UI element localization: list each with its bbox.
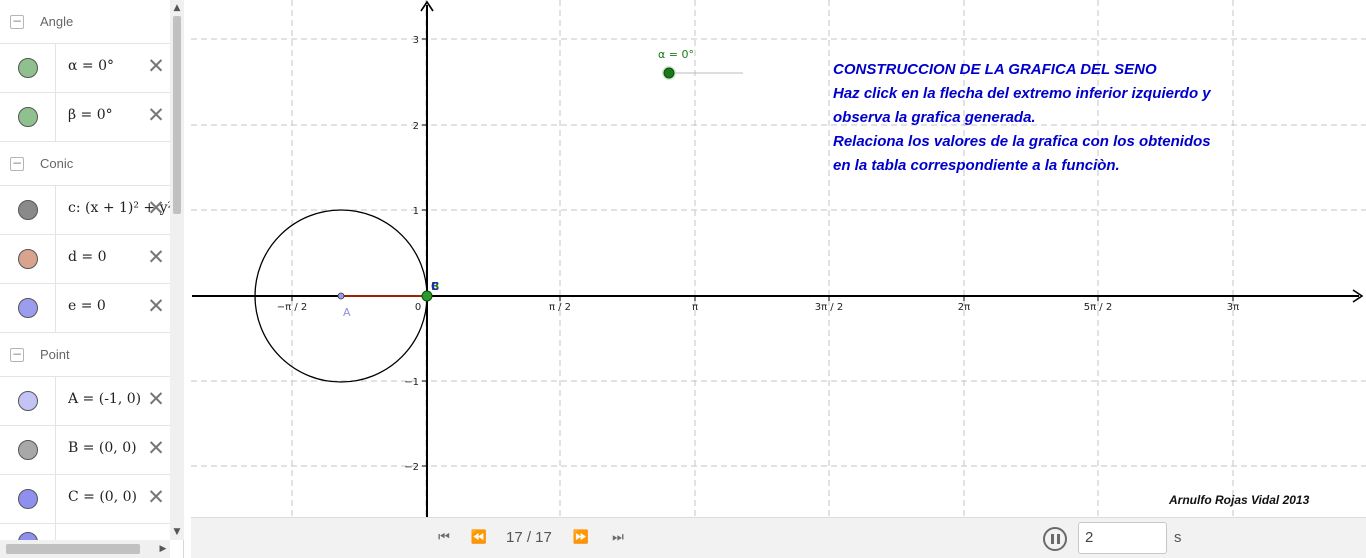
visibility-marble-icon[interactable] <box>18 489 38 509</box>
algebra-item-partial[interactable] <box>0 524 170 540</box>
marble-cell <box>0 377 56 425</box>
visibility-marble-icon[interactable] <box>18 58 38 78</box>
scroll-thumb[interactable] <box>173 16 181 214</box>
x-tick-label: π <box>692 302 698 313</box>
delete-icon[interactable]: ✕ <box>145 103 167 127</box>
pause-bar <box>1051 534 1054 544</box>
y-tick-label: −2 <box>404 462 419 473</box>
slider-handle[interactable] <box>663 67 675 79</box>
visibility-marble-icon[interactable] <box>18 532 38 540</box>
instruction-line: Haz click en la flecha del extremo infer… <box>833 85 1211 102</box>
collapse-toggle-icon[interactable]: − <box>10 157 24 171</box>
delete-icon[interactable]: ✕ <box>145 387 167 411</box>
marble-cell <box>0 426 56 474</box>
marble-cell <box>0 475 56 523</box>
point-A[interactable] <box>337 292 345 300</box>
algebra-item-C[interactable]: C = (0, 0) ✕ <box>0 475 170 524</box>
algebra-item-B[interactable]: B = (0, 0) ✕ <box>0 426 170 475</box>
x-tick-label: 5π / 2 <box>1084 302 1112 313</box>
pause-bar <box>1057 534 1060 544</box>
play-speed-input[interactable]: 2 <box>1078 522 1167 554</box>
last-step-icon[interactable]: ⏭ <box>608 529 628 547</box>
marble-cell <box>0 235 56 283</box>
algebra-view: − Angle α = 0° ✕ β = 0° ✕ − Conic c: (x … <box>0 0 184 558</box>
pause-icon[interactable] <box>1043 527 1067 551</box>
y-tick-label: 3 <box>413 35 419 46</box>
delete-icon[interactable]: ✕ <box>145 294 167 318</box>
algebra-item-d[interactable]: d = 0 ✕ <box>0 235 170 284</box>
collapse-toggle-icon[interactable]: − <box>10 15 24 29</box>
marble-cell <box>0 284 56 332</box>
group-title: Angle <box>40 14 74 29</box>
marble-cell <box>0 93 56 141</box>
point-label-A: A <box>343 306 351 319</box>
delete-icon[interactable]: ✕ <box>145 436 167 460</box>
visibility-marble-icon[interactable] <box>18 298 38 318</box>
visibility-marble-icon[interactable] <box>18 440 38 460</box>
first-step-icon[interactable]: ⏮ <box>434 529 454 547</box>
x-tick-label: −π / 2 <box>277 302 308 313</box>
slider-label: α = 0° <box>658 48 694 61</box>
scroll-thumb[interactable] <box>6 544 140 554</box>
y-tick-label: 2 <box>413 121 419 132</box>
y-tick-label: 1 <box>413 206 419 217</box>
x-tick-label: 3π <box>1227 302 1239 313</box>
group-header-point[interactable]: − Point <box>0 333 170 377</box>
group-header-angle[interactable]: − Angle <box>0 0 170 44</box>
marble-cell <box>0 524 56 540</box>
group-title: Point <box>40 347 70 362</box>
instruction-line: en la tabla correspondiente a la funciòn… <box>833 157 1120 174</box>
previous-step-icon[interactable]: ⏪ <box>469 529 489 547</box>
instruction-line: Relaciona los valores de la grafica con … <box>833 133 1211 150</box>
geogebra-app: − Angle α = 0° ✕ β = 0° ✕ − Conic c: (x … <box>0 0 1366 558</box>
step-counter: 17 / 17 <box>506 529 552 546</box>
group-title: Conic <box>40 156 74 171</box>
x-tick-label: 0 <box>415 302 421 313</box>
visibility-marble-icon[interactable] <box>18 107 38 127</box>
x-tick-label: 2π <box>958 302 970 313</box>
group-header-conic[interactable]: − Conic <box>0 142 170 186</box>
visibility-marble-icon[interactable] <box>18 391 38 411</box>
x-tick-label: 3π / 2 <box>815 302 843 313</box>
algebra-vertical-scrollbar[interactable]: ▲ ▼ <box>170 0 184 540</box>
algebra-item-A[interactable]: A = (-1, 0) ✕ <box>0 377 170 426</box>
scroll-down-icon[interactable]: ▼ <box>170 524 184 540</box>
point-label-C: C <box>431 280 439 293</box>
algebra-item-e[interactable]: e = 0 ✕ <box>0 284 170 333</box>
algebra-list: − Angle α = 0° ✕ β = 0° ✕ − Conic c: (x … <box>0 0 170 540</box>
marble-cell <box>0 186 56 234</box>
delete-icon[interactable]: ✕ <box>145 245 167 269</box>
algebra-horizontal-scrollbar[interactable]: ▶ <box>0 540 170 558</box>
scroll-up-icon[interactable]: ▲ <box>170 0 184 16</box>
scroll-right-icon[interactable]: ▶ <box>156 540 170 558</box>
graphics-view[interactable]: −π / 2 0 π / 2 π 3π / 2 2π 5π / 2 3π 3 2… <box>191 0 1366 517</box>
delete-icon[interactable]: ✕ <box>145 485 167 509</box>
delete-icon[interactable]: ✕ <box>145 196 167 220</box>
speed-unit-label: s <box>1174 529 1182 546</box>
algebra-item-beta[interactable]: β = 0° ✕ <box>0 93 170 142</box>
delete-icon[interactable]: ✕ <box>145 54 167 78</box>
marble-cell <box>0 44 56 92</box>
visibility-marble-icon[interactable] <box>18 249 38 269</box>
algebra-item-c[interactable]: c: (x + 1)² + y² ✕ <box>0 186 170 235</box>
instructions-text: CONSTRUCCION DE LA GRAFICA DEL SENO Haz … <box>833 58 1211 178</box>
next-step-icon[interactable]: ⏩ <box>571 529 591 547</box>
instruction-line: observa la grafica generada. <box>833 109 1036 126</box>
construction-navigation-bar: ⏮ ⏪ 17 / 17 ⏩ ⏭ 2 s <box>191 517 1366 558</box>
visibility-marble-icon[interactable] <box>18 200 38 220</box>
algebra-item-alpha[interactable]: α = 0° ✕ <box>0 44 170 93</box>
instruction-line: CONSTRUCCION DE LA GRAFICA DEL SENO <box>833 61 1157 78</box>
y-tick-label: −1 <box>404 377 419 388</box>
collapse-toggle-icon[interactable]: − <box>10 348 24 362</box>
x-tick-label: π / 2 <box>549 302 571 313</box>
author-credit: Arnulfo Rojas Vidal 2013 <box>1169 493 1310 507</box>
